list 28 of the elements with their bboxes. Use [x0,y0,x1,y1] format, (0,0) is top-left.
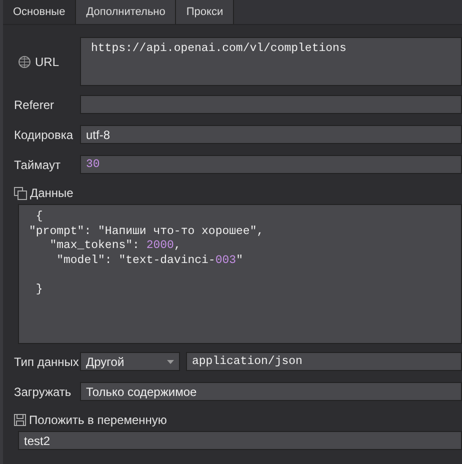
variable-field[interactable]: test2 [18,431,462,450]
url-field[interactable]: https://api.openai.com/vl/completions [80,37,462,86]
content-type-field[interactable]: application/json [186,352,462,371]
code-line: "model": "text-davinci-003" [56,254,244,268]
code-line: "max_tokens": 2000, [48,239,182,254]
url-label: URL [35,54,60,68]
code-line: } [34,282,44,297]
globe-icon [17,56,32,68]
encoding-label: Кодировка [14,128,74,142]
save-to-label: Положить в переменную [29,413,167,427]
code-line: "prompt": "Напиши что-то хорошее", [29,224,265,239]
copy-icon [14,186,27,200]
referer-label: Referer [14,98,56,112]
caret-icon [167,360,174,364]
timeout-label: Таймаут [14,158,62,172]
load-field[interactable]: Только содержимое [80,382,462,401]
data-type-dropdown[interactable]: Другой [80,352,180,371]
data-label: Данные [30,186,74,200]
encoding-field[interactable]: utf-8 [80,125,462,144]
tab[interactable]: Основные [3,0,76,24]
timeout-field[interactable]: 30 [80,155,462,174]
data-editor[interactable]: { "prompt": "Напиши что-то хорошее", "max_tokens": 2000, "model": "text-davinci-003" } [18,204,462,344]
data-type-label: Тип данных [14,354,80,368]
tab[interactable]: Прокси [176,0,234,24]
code-line: { [34,210,44,224]
tab[interactable]: Дополнительно [76,0,176,24]
load-label: Загружать [14,384,72,398]
referer-field[interactable] [80,95,462,114]
